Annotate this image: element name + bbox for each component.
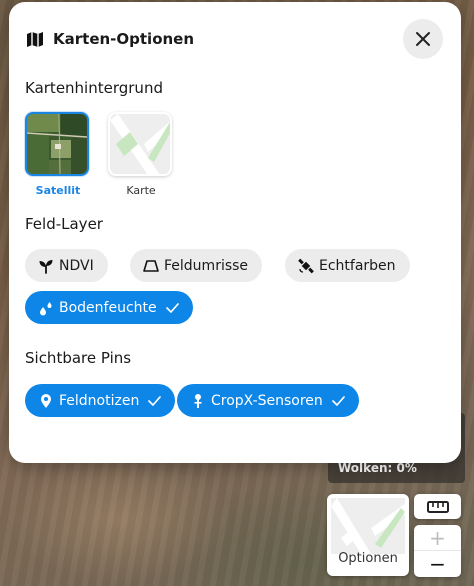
basemap-label-map: Karte: [126, 184, 156, 197]
check-icon: [148, 395, 162, 406]
zoom-out-button[interactable]: −: [414, 551, 461, 577]
pin-chip-label: CropX-Sensoren: [211, 392, 323, 409]
check-icon: [165, 302, 179, 313]
satellite-thumbnail: [25, 112, 89, 176]
dialog-title: Karten-Optionen: [53, 30, 195, 48]
layer-chip-soil-moisture[interactable]: Bodenfeuchte: [25, 291, 193, 324]
layer-chip-true-color[interactable]: Echtfarben: [285, 249, 410, 282]
droplets-icon: [38, 300, 54, 316]
layer-chip-label: NDVI: [59, 257, 94, 274]
map-options-button[interactable]: Optionen: [327, 494, 409, 576]
sprout-icon: [38, 258, 54, 274]
dialog-header: Karten-Optionen: [26, 30, 194, 48]
map-thumbnail: [108, 112, 172, 176]
visible-pins-heading: Sichtbare Pins: [25, 349, 132, 367]
pin-chip-label: Feldnotizen: [59, 392, 140, 409]
ruler-icon: [426, 500, 449, 513]
close-button[interactable]: [403, 19, 443, 59]
layer-chip-label: Echtfarben: [319, 257, 396, 274]
zoom-in-button[interactable]: +: [414, 525, 461, 551]
pin-chip-field-notes[interactable]: Feldnotizen: [25, 384, 176, 417]
cloud-cover-text: Wolken: 0%: [338, 461, 417, 475]
satellite-icon: [298, 258, 314, 274]
basemap-heading: Kartenhintergrund: [25, 79, 163, 97]
check-icon: [331, 395, 345, 406]
layer-chip-label: Bodenfeuchte: [59, 299, 157, 316]
map-pin-icon: [38, 393, 54, 409]
zoom-control: + −: [414, 525, 461, 577]
sensor-icon: [190, 393, 206, 409]
measure-button[interactable]: [414, 494, 461, 519]
map-options-label: Optionen: [338, 551, 398, 566]
pin-chip-cropx-sensors[interactable]: CropX-Sensoren: [177, 384, 359, 417]
close-icon: [416, 32, 430, 46]
layer-chip-ndvi[interactable]: NDVI: [25, 249, 108, 282]
map-thumbnail-icon: [331, 498, 405, 554]
field-layers-heading: Feld-Layer: [25, 215, 103, 233]
basemap-option-satellite[interactable]: Satellit: [25, 112, 91, 197]
basemap-label-satellite: Satellit: [35, 184, 81, 197]
layer-chip-field-outlines[interactable]: Feldumrisse: [130, 249, 263, 282]
layer-chip-label: Feldumrisse: [164, 257, 249, 274]
map-icon: [27, 31, 43, 47]
field-outline-icon: [143, 258, 159, 274]
basemap-option-map[interactable]: Karte: [108, 112, 174, 197]
map-options-dialog: Karten-Optionen Kartenhintergrund Satell…: [9, 2, 461, 463]
